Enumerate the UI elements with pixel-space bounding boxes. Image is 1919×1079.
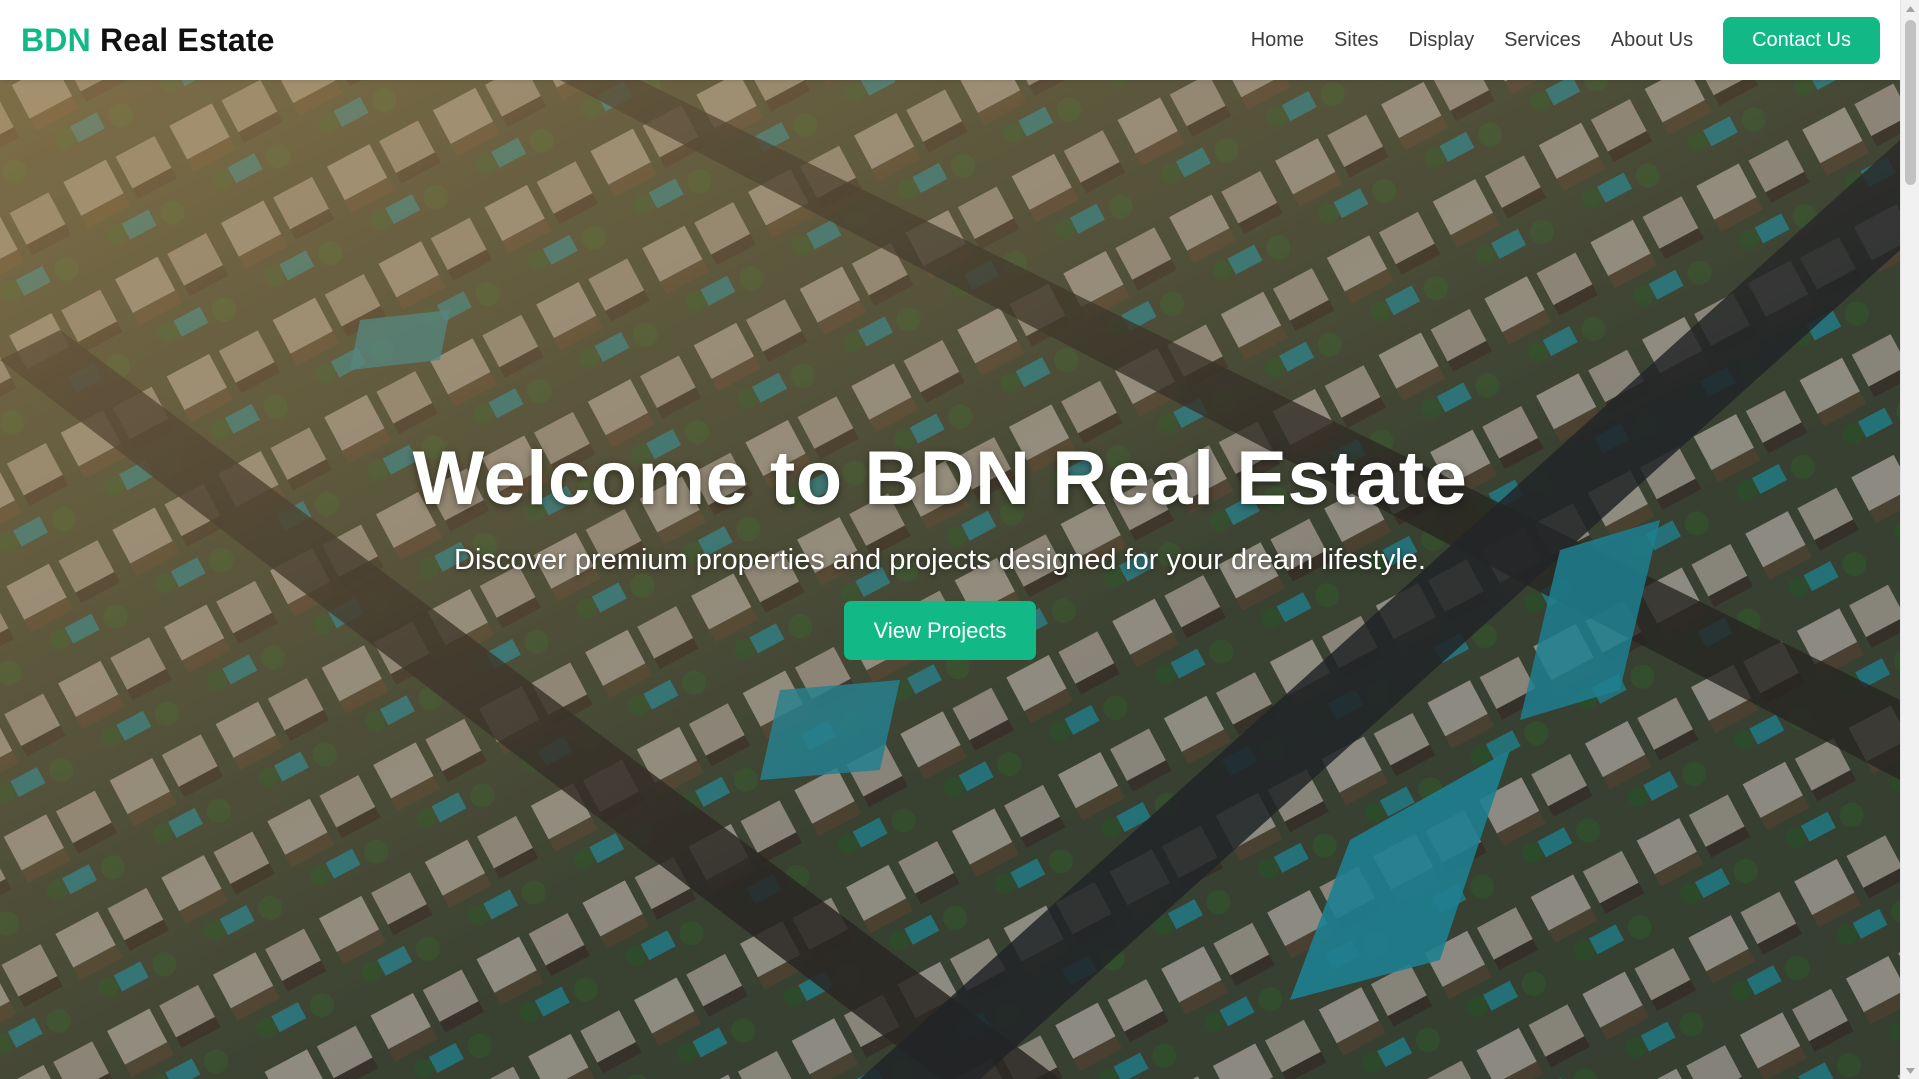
view-projects-button[interactable]: View Projects — [843, 601, 1037, 660]
brand-accent-text: BDN — [21, 21, 91, 58]
nav-link-home[interactable]: Home — [1251, 29, 1304, 52]
hero-section: Welcome to BDN Real Estate Discover prem… — [0, 80, 1900, 1079]
main-nav: Home Sites Display Services About Us Con… — [1251, 16, 1880, 64]
page-scrollbar[interactable] — [1900, 0, 1919, 1079]
hero-subtitle: Discover premium properties and projects… — [454, 544, 1426, 576]
page: BDN Real Estate Home Sites Display Servi… — [0, 0, 1900, 1079]
nav-link-services[interactable]: Services — [1504, 29, 1581, 52]
nav-links: Home Sites Display Services About Us — [1251, 29, 1693, 52]
nav-link-about-us[interactable]: About Us — [1611, 29, 1693, 52]
brand-logo[interactable]: BDN Real Estate — [21, 22, 275, 59]
hero-title: Welcome to BDN Real Estate — [412, 436, 1468, 521]
navbar: BDN Real Estate Home Sites Display Servi… — [0, 0, 1900, 80]
chevron-up-icon[interactable] — [1901, 0, 1919, 17]
hero-content: Welcome to BDN Real Estate Discover prem… — [0, 435, 1880, 660]
brand-name-text: Real Estate — [99, 21, 275, 58]
nav-link-sites[interactable]: Sites — [1334, 29, 1378, 52]
scrollbar-thumb[interactable] — [1905, 20, 1916, 185]
nav-link-display[interactable]: Display — [1409, 29, 1475, 52]
chevron-down-icon[interactable] — [1901, 1062, 1919, 1079]
contact-us-button[interactable]: Contact Us — [1723, 16, 1880, 64]
